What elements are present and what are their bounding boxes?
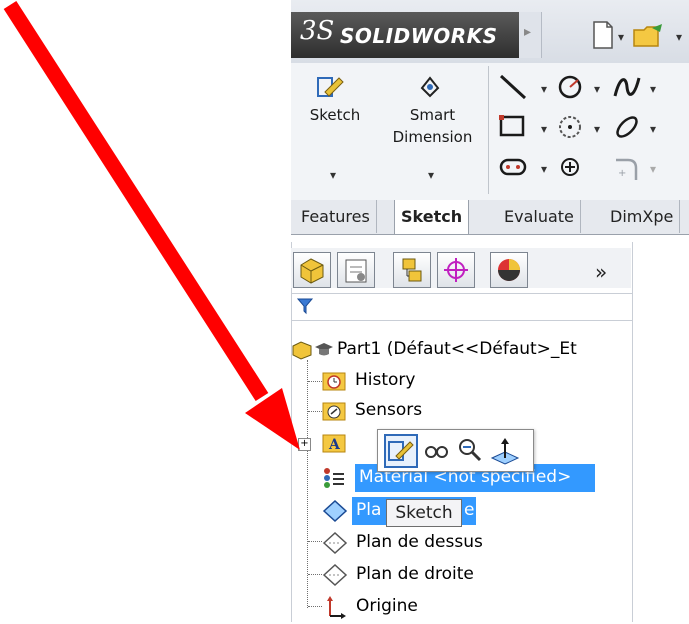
arrow-head <box>245 388 300 450</box>
red-annotation-arrow <box>3 0 300 450</box>
